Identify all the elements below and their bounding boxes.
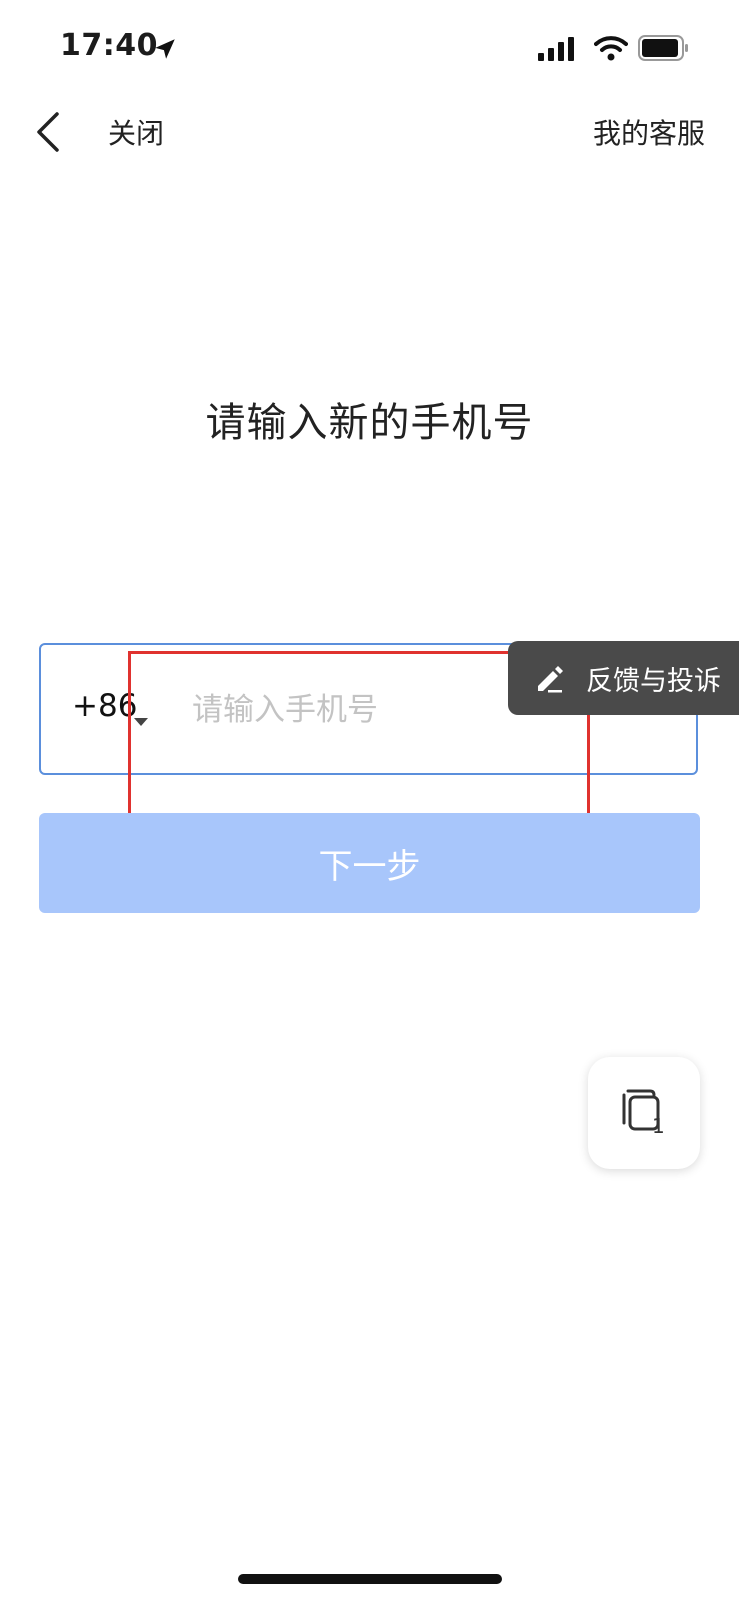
feedback-label: 反馈与投诉 (586, 665, 721, 697)
customer-service-link[interactable]: 我的客服 (593, 112, 705, 152)
battery-icon (638, 35, 688, 61)
feedback-button[interactable]: 反馈与投诉 (508, 641, 739, 715)
page-title: 请输入新的手机号 (205, 400, 534, 446)
home-indicator[interactable] (238, 1574, 502, 1584)
floating-window-button[interactable]: 1 (588, 1057, 700, 1169)
cellular-signal-icon (538, 37, 574, 61)
window-count: 1 (652, 1114, 665, 1138)
window-stack-icon: 1 (622, 1089, 665, 1138)
location-arrow-icon (155, 39, 175, 59)
close-button[interactable]: 关闭 (108, 112, 164, 152)
wifi-icon (594, 36, 628, 61)
next-step-button[interactable]: 下一步 (39, 813, 700, 913)
status-time: 17:40 (60, 28, 158, 63)
chevron-left-icon (37, 112, 59, 152)
back-button[interactable] (20, 104, 76, 160)
edit-pen-icon (538, 666, 563, 693)
